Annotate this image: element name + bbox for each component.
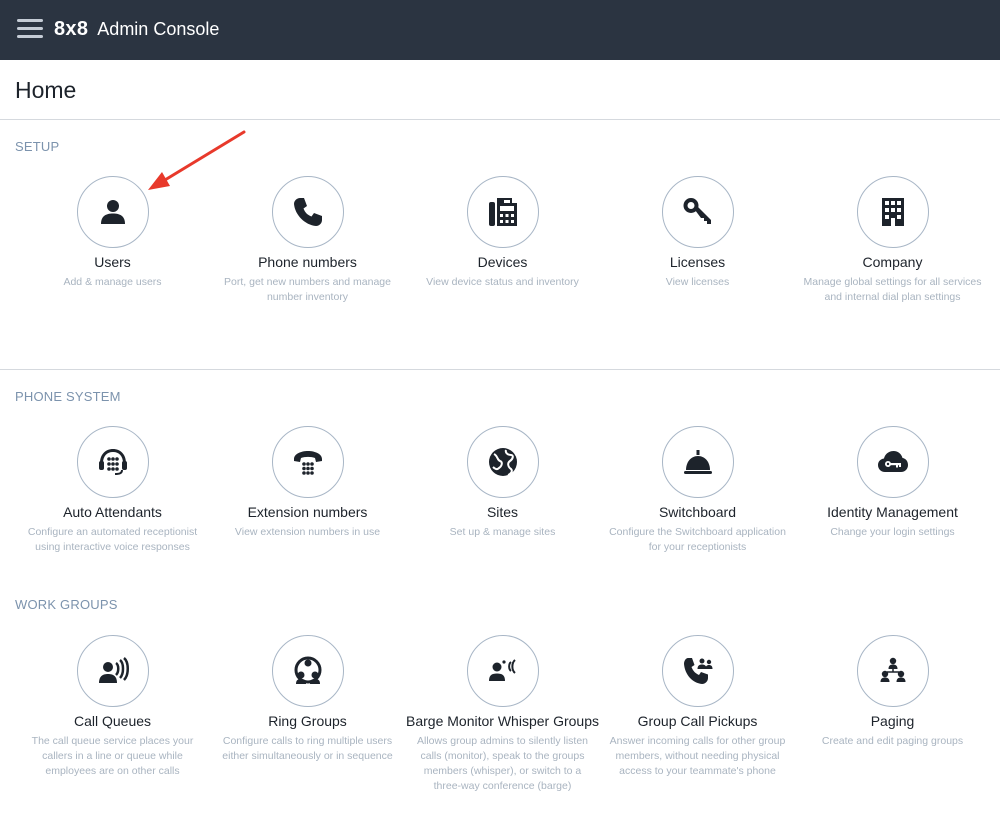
tile-switchboard[interactable]: Switchboard Configure the Switchboard ap… — [600, 426, 795, 555]
tile-ring-groups[interactable]: Ring Groups Configure calls to ring mult… — [210, 635, 405, 794]
tile-paging[interactable]: Paging Create and edit paging groups — [795, 635, 990, 794]
service-bell-icon — [661, 426, 734, 498]
setup-grid: Users Add & manage users Phone numbers P… — [15, 176, 990, 305]
key-icon — [661, 176, 734, 248]
group-pickup-icon — [661, 635, 734, 707]
top-bar: 8x8 Admin Console — [0, 0, 1000, 60]
tile-title: Switchboard — [658, 504, 737, 520]
tile-group-call-pickups[interactable]: Group Call Pickups Answer incoming calls… — [600, 635, 795, 794]
tile-barge-monitor-whisper-groups[interactable]: Barge Monitor Whisper Groups Allows grou… — [405, 635, 600, 794]
tile-description: Set up & manage sites — [449, 526, 556, 538]
tile-description: Change your login settings — [830, 526, 955, 538]
tile-title: Extension numbers — [247, 504, 368, 520]
tile-description: View extension numbers in use — [234, 526, 381, 538]
tile-call-queues[interactable]: Call Queues The call queue service place… — [15, 635, 210, 794]
tile-description: Add & manage users — [63, 276, 162, 288]
user-icon — [76, 176, 149, 248]
tile-description: View device status and inventory — [426, 276, 579, 288]
tile-title: Auto Attendants — [63, 504, 162, 520]
globe-icon — [466, 426, 539, 498]
work-groups-grid: Call Queues The call queue service place… — [15, 635, 990, 794]
tile-description: Answer incoming calls for other group me… — [609, 735, 786, 777]
ring-group-icon — [271, 635, 344, 707]
paging-icon — [856, 635, 929, 707]
phone-icon — [271, 176, 344, 248]
tile-description: View licenses — [665, 276, 730, 288]
building-icon — [856, 176, 929, 248]
hamburger-menu-icon[interactable] — [17, 18, 43, 40]
phone-keypad-icon — [271, 426, 344, 498]
phone-system-grid: Auto Attendants Configure an automated r… — [15, 426, 990, 555]
desk-phone-icon — [466, 176, 539, 248]
tile-description: The call queue service places your calle… — [31, 735, 194, 777]
tile-description: Manage global settings for all services … — [803, 276, 982, 303]
tile-description: Port, get new numbers and manage number … — [224, 276, 391, 303]
tile-description: Configure an automated receptionist usin… — [27, 526, 198, 553]
tile-sites[interactable]: Sites Set up & manage sites — [405, 426, 600, 555]
tile-title: Devices — [477, 254, 528, 270]
section-title-work-groups: WORK GROUPS — [15, 597, 118, 612]
tile-phone-numbers[interactable]: Phone numbers Port, get new numbers and … — [210, 176, 405, 305]
tile-title: Paging — [870, 713, 915, 729]
tile-users[interactable]: Users Add & manage users — [15, 176, 210, 305]
section-title-setup: SETUP — [15, 139, 60, 154]
tile-title: Barge Monitor Whisper Groups — [406, 713, 599, 729]
section-divider — [0, 369, 1000, 370]
tile-title: Sites — [486, 504, 519, 520]
tile-auto-attendants[interactable]: Auto Attendants Configure an automated r… — [15, 426, 210, 555]
tile-description: Create and edit paging groups — [821, 735, 964, 747]
headset-keypad-icon — [76, 426, 149, 498]
app-brand[interactable]: 8x8 Admin Console — [54, 18, 219, 41]
tile-title: Ring Groups — [268, 713, 347, 729]
tile-licenses[interactable]: Licenses View licenses — [600, 176, 795, 305]
tile-title: Phone numbers — [258, 254, 357, 270]
call-queue-icon — [76, 635, 149, 707]
tile-description: Configure the Switchboard application fo… — [609, 526, 786, 553]
tile-company[interactable]: Company Manage global settings for all s… — [795, 176, 990, 305]
tile-description: Allows group admins to silently listen c… — [417, 735, 588, 792]
tile-title: Group Call Pickups — [637, 713, 758, 729]
tile-title: Identity Management — [827, 504, 958, 520]
tile-title: Call Queues — [73, 713, 152, 729]
brand-logo: 8x8 — [54, 18, 89, 40]
tile-title: Users — [94, 254, 131, 270]
tile-devices[interactable]: Devices View device status and inventory — [405, 176, 600, 305]
app-title: Admin Console — [97, 19, 220, 39]
tile-extension-numbers[interactable]: Extension numbers View extension numbers… — [210, 426, 405, 555]
tile-title: Company — [862, 254, 923, 270]
section-title-phone-system: PHONE SYSTEM — [15, 389, 121, 404]
barge-monitor-icon — [466, 635, 539, 707]
header-divider — [0, 119, 1000, 120]
tile-identity-management[interactable]: Identity Management Change your login se… — [795, 426, 990, 555]
page-title: Home — [15, 77, 77, 103]
tile-title: Licenses — [669, 254, 726, 270]
tile-description: Configure calls to ring multiple users e… — [222, 735, 393, 762]
cloud-key-icon — [856, 426, 929, 498]
